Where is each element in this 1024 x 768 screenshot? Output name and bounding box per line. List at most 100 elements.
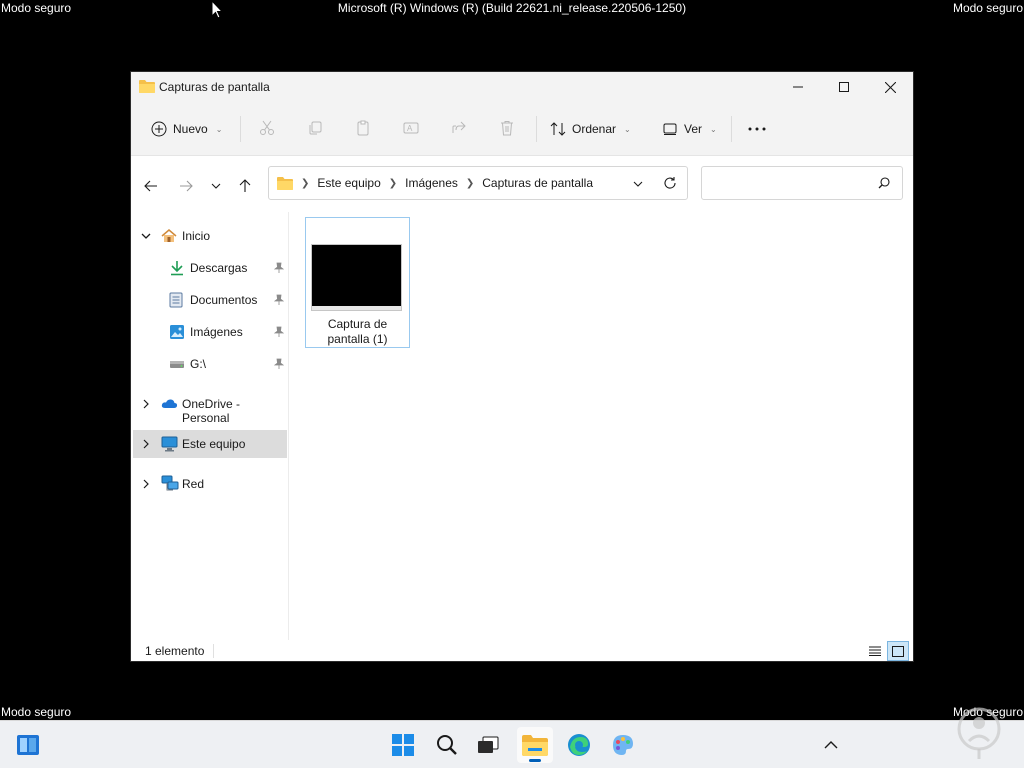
- pin-icon: [274, 294, 284, 305]
- sidebar-item-imagenes[interactable]: Imágenes: [133, 318, 287, 346]
- file-explorer-icon: [522, 735, 548, 756]
- delete-icon[interactable]: [499, 120, 515, 136]
- forward-button[interactable]: [176, 176, 196, 196]
- sidebar-item-label: Inicio: [182, 229, 211, 243]
- copy-icon[interactable]: [307, 120, 323, 136]
- file-explorer-taskbar-button[interactable]: [517, 727, 553, 763]
- pin-icon: [274, 262, 284, 273]
- breadcrumb-capturas[interactable]: Capturas de pantalla: [482, 176, 593, 190]
- start-icon: [392, 734, 414, 756]
- up-button[interactable]: [235, 176, 255, 196]
- chevron-down-icon: ⌄: [624, 124, 631, 134]
- search-icon: [437, 735, 457, 755]
- chevron-down-icon: ⌄: [710, 124, 717, 134]
- sidebar-item-g-drive[interactable]: G:\: [133, 350, 287, 378]
- sidebar-item-label: OneDrive - Personal: [182, 397, 241, 425]
- sidebar-item-label: Descargas: [190, 261, 248, 275]
- breadcrumb-este-equipo[interactable]: Este equipo: [317, 176, 380, 190]
- maximize-button[interactable]: [821, 72, 867, 102]
- cut-icon[interactable]: [259, 120, 275, 136]
- file-item[interactable]: Captura de pantalla (1): [305, 217, 410, 348]
- chevron-up-icon: [824, 741, 838, 749]
- navigation-row: ❯ Este equipo ❯ Imágenes ❯ Capturas de p…: [131, 156, 913, 212]
- chevron-right-icon[interactable]: [143, 479, 149, 489]
- window-title: Capturas de pantalla: [159, 80, 270, 94]
- sidebar-item-red[interactable]: Red: [133, 470, 287, 498]
- document-icon: [169, 292, 183, 308]
- details-view-button[interactable]: [865, 642, 885, 660]
- watermark-logo: [957, 707, 1001, 759]
- breadcrumb-imagenes[interactable]: Imágenes: [405, 176, 458, 190]
- active-app-indicator: [529, 759, 541, 762]
- arrow-left-icon: [144, 180, 157, 192]
- refresh-icon[interactable]: [663, 176, 677, 190]
- breadcrumb-separator-icon: ❯: [388, 177, 398, 189]
- breadcrumb-separator-icon: ❯: [465, 177, 475, 189]
- more-options-button[interactable]: [748, 114, 766, 144]
- search-input[interactable]: [701, 166, 903, 200]
- command-bar: Nuevo ⌄ A Ordenar ⌄ Ver ⌄: [131, 102, 913, 156]
- chevron-down-icon: [211, 183, 221, 189]
- sidebar-item-label: G:\: [190, 357, 207, 371]
- file-list[interactable]: Captura de pantalla (1): [291, 212, 913, 640]
- sidebar-item-descargas[interactable]: Descargas: [133, 254, 287, 282]
- more-icon: [748, 127, 766, 131]
- item-count: 1 elemento: [145, 644, 205, 658]
- recent-locations-button[interactable]: [206, 176, 226, 196]
- pin-icon: [274, 358, 284, 369]
- chevron-down-icon[interactable]: [141, 233, 151, 239]
- add-icon: [151, 121, 167, 137]
- show-hidden-icons-button[interactable]: [813, 727, 849, 763]
- sidebar-item-este-equipo[interactable]: Este equipo: [133, 430, 287, 458]
- network-icon: [161, 475, 179, 491]
- chevron-down-icon: ⌄: [215, 124, 223, 134]
- mouse-cursor-icon: [211, 0, 223, 19]
- file-thumbnail: [311, 244, 402, 311]
- close-icon: [884, 81, 896, 93]
- chevron-right-icon[interactable]: [143, 399, 149, 409]
- minimize-button[interactable]: [775, 72, 821, 102]
- large-icons-view-button[interactable]: [887, 641, 909, 661]
- sidebar-item-documentos[interactable]: Documentos: [133, 286, 287, 314]
- sidebar-item-label: Red: [182, 477, 205, 491]
- share-icon[interactable]: [451, 120, 467, 136]
- widgets-icon: [17, 735, 39, 755]
- folder-icon: [277, 177, 293, 190]
- start-button[interactable]: [385, 727, 421, 763]
- list-view-icon: [869, 646, 881, 656]
- view-button[interactable]: Ver ⌄: [662, 114, 717, 144]
- back-button[interactable]: [141, 176, 161, 196]
- new-button[interactable]: Nuevo ⌄: [151, 114, 222, 144]
- computer-icon: [161, 436, 178, 452]
- rename-icon[interactable]: A: [403, 120, 419, 136]
- toolbar-divider: [731, 116, 732, 142]
- edge-icon: [568, 734, 590, 756]
- widgets-button[interactable]: [10, 727, 46, 763]
- title-bar[interactable]: Capturas de pantalla: [131, 72, 913, 102]
- sidebar-item-inicio[interactable]: Inicio: [133, 222, 287, 250]
- paint-taskbar-button[interactable]: [605, 727, 641, 763]
- paint-icon: [613, 735, 633, 755]
- status-bar: 1 elemento: [131, 640, 913, 662]
- search-icon: [878, 177, 890, 189]
- thumbnail-taskbar: [312, 306, 401, 310]
- build-label: Microsoft (R) Windows (R) (Build 22621.n…: [337, 1, 687, 15]
- new-button-label: Nuevo: [173, 122, 208, 136]
- sidebar-item-onedrive[interactable]: OneDrive - Personal: [133, 390, 287, 425]
- toolbar-divider: [536, 116, 537, 142]
- edge-taskbar-button[interactable]: [561, 727, 597, 763]
- paste-icon[interactable]: [355, 120, 371, 136]
- pin-icon: [274, 326, 284, 337]
- file-name: Captura de pantalla (1): [306, 317, 409, 347]
- arrow-up-icon: [239, 179, 251, 192]
- address-history-chevron-icon[interactable]: [633, 181, 643, 187]
- sort-button[interactable]: Ordenar ⌄: [550, 114, 631, 144]
- close-button[interactable]: [867, 72, 913, 102]
- toolbar-divider: [240, 116, 241, 142]
- home-icon: [161, 229, 177, 242]
- address-bar[interactable]: ❯ Este equipo ❯ Imágenes ❯ Capturas de p…: [268, 166, 688, 200]
- chevron-right-icon[interactable]: [143, 439, 149, 449]
- navigation-pane: Inicio Descargas Documentos Imágenes G:\…: [131, 212, 289, 640]
- taskbar-search-button[interactable]: [429, 727, 465, 763]
- task-view-button[interactable]: [470, 727, 506, 763]
